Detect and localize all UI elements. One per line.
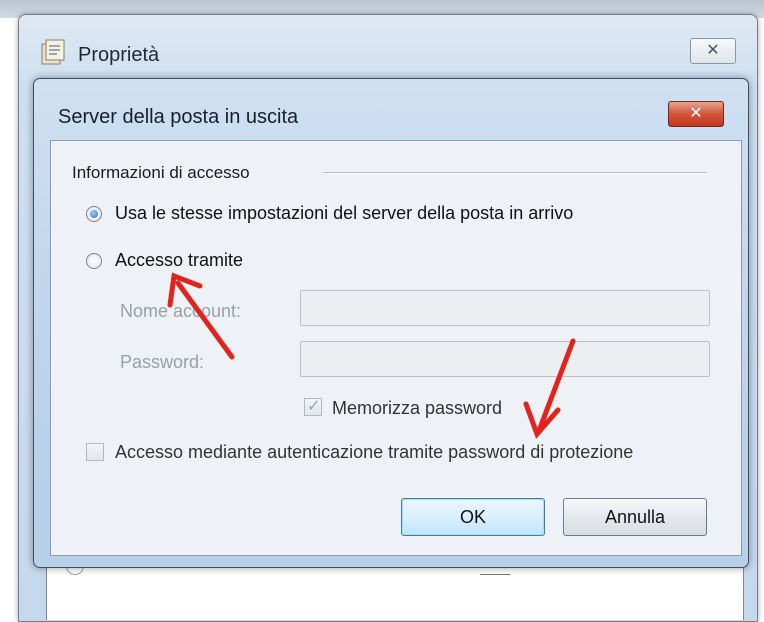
properties-window-body xyxy=(46,565,744,620)
remember-password-label[interactable]: Memorizza password xyxy=(332,398,502,419)
group-separator xyxy=(323,172,707,174)
account-name-label: Nome account: xyxy=(120,301,242,321)
check-mark-icon: ✓ xyxy=(307,398,321,415)
radio-access-via-label[interactable]: Accesso tramite xyxy=(115,250,243,271)
dialog-title: Server della posta in uscita xyxy=(58,106,299,128)
password-field[interactable] xyxy=(300,341,710,377)
properties-icon xyxy=(41,39,65,65)
properties-close-button[interactable]: ✕ xyxy=(690,38,736,64)
radio-same-settings-label[interactable]: Usa le stesse impostazioni del server de… xyxy=(115,203,573,224)
radio-access-via[interactable] xyxy=(86,253,102,269)
properties-window-title: Proprietà xyxy=(78,44,160,66)
dialog-close-button[interactable]: ✕ xyxy=(668,101,724,127)
cancel-button[interactable]: Annulla xyxy=(563,498,707,536)
radio-same-settings[interactable] xyxy=(86,206,102,222)
account-name-field[interactable] xyxy=(300,290,710,326)
spa-checkbox[interactable] xyxy=(86,443,104,461)
password-label: Password: xyxy=(120,352,205,372)
ok-button[interactable]: OK xyxy=(401,498,545,536)
spa-label[interactable]: Accesso mediante autenticazione tramite … xyxy=(115,442,633,463)
remember-password-checkbox[interactable]: ✓ xyxy=(304,398,322,416)
access-info-group-label: Informazioni di accesso xyxy=(72,163,250,182)
